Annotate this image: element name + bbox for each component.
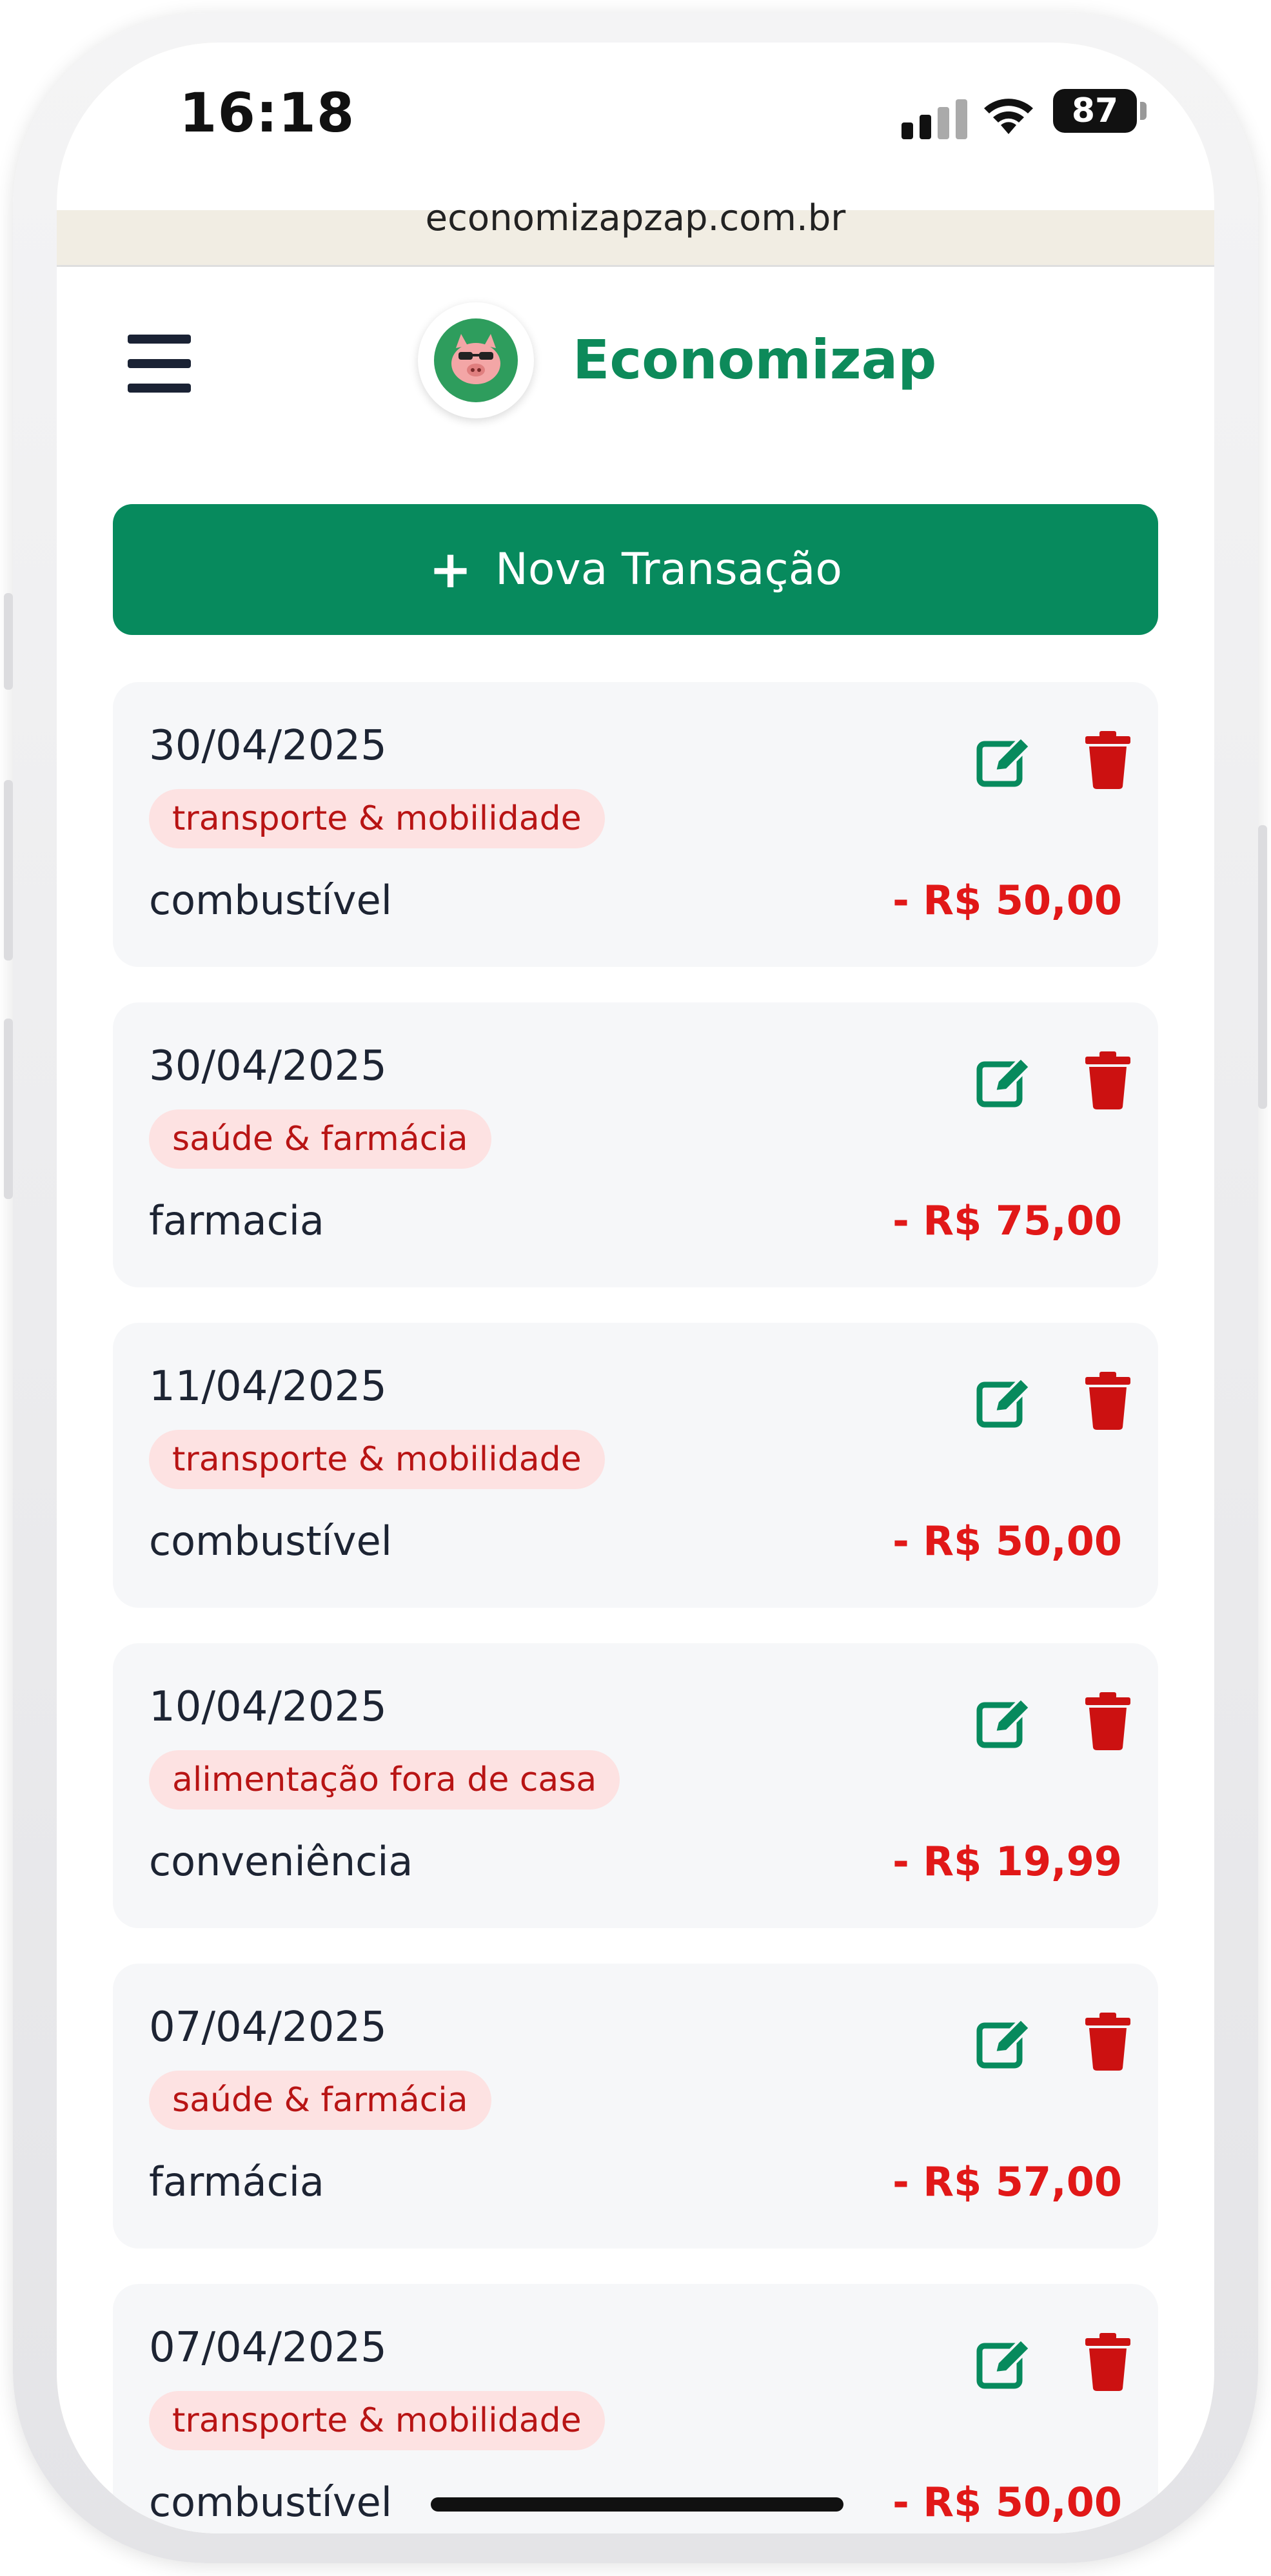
phone-side-button — [1258, 825, 1267, 1109]
trash-icon[interactable] — [1083, 2013, 1133, 2071]
edit-icon[interactable] — [976, 2015, 1032, 2069]
transaction-amount: - R$ 75,00 — [892, 1197, 1122, 1244]
transaction-description: farmacia — [149, 1197, 324, 1244]
transaction-date: 07/04/2025 — [149, 2324, 387, 2372]
app-header: Economizap — [57, 267, 1214, 459]
home-indicator[interactable] — [431, 2497, 843, 2512]
edit-icon[interactable] — [976, 1695, 1032, 1749]
trash-icon[interactable] — [1083, 2333, 1133, 2391]
category-badge: saúde & farmácia — [149, 2071, 491, 2130]
edit-icon[interactable] — [976, 1374, 1032, 1429]
transaction-card: 07/04/2025 saúde & farmácia farmácia - R… — [113, 1964, 1158, 2249]
transaction-card: 10/04/2025 alimentação fora de casa conv… — [113, 1643, 1158, 1928]
transaction-date: 30/04/2025 — [149, 1042, 387, 1090]
transaction-amount: - R$ 50,00 — [892, 2479, 1122, 2526]
battery-indicator: 87 — [1053, 89, 1137, 133]
trash-icon[interactable] — [1083, 1692, 1133, 1750]
transaction-card: 07/04/2025 transporte & mobilidade combu… — [113, 2284, 1158, 2533]
category-badge: transporte & mobilidade — [149, 2391, 605, 2450]
transaction-date: 11/04/2025 — [149, 1363, 387, 1410]
category-badge: transporte & mobilidade — [149, 1430, 605, 1489]
transaction-description: combustível — [149, 877, 392, 924]
trash-icon[interactable] — [1083, 731, 1133, 789]
plus-icon: + — [428, 540, 472, 600]
url-bar[interactable]: economizapzap.com.br — [57, 197, 1214, 239]
category-badge: alimentação fora de casa — [149, 1750, 620, 1810]
transaction-amount: - R$ 57,00 — [892, 2158, 1122, 2205]
transaction-card: 11/04/2025 transporte & mobilidade combu… — [113, 1323, 1158, 1608]
transaction-date: 07/04/2025 — [149, 2004, 387, 2051]
transaction-amount: - R$ 50,00 — [892, 877, 1122, 924]
edit-icon[interactable] — [976, 734, 1032, 788]
pig-logo-icon — [434, 318, 518, 402]
transaction-card: 30/04/2025 transporte & mobilidade combu… — [113, 682, 1158, 967]
phone-side-button — [4, 593, 13, 690]
transaction-amount: - R$ 19,99 — [892, 1838, 1122, 1885]
edit-icon[interactable] — [976, 1054, 1032, 1108]
new-transaction-label: Nova Transação — [495, 544, 843, 595]
app-title: Economizap — [573, 328, 937, 391]
edit-icon[interactable] — [976, 2336, 1032, 2390]
transaction-description: farmácia — [149, 2158, 324, 2205]
trash-icon[interactable] — [1083, 1051, 1133, 1109]
transaction-description: combustível — [149, 1517, 392, 1565]
transaction-description: conveniência — [149, 1838, 413, 1885]
transactions-page: + Nova Transação 30/04/2025 transporte &… — [57, 459, 1214, 2533]
category-badge: transporte & mobilidade — [149, 789, 605, 848]
phone-screen: 16:18 87 economizapzap.com.br Economizap… — [57, 43, 1214, 2533]
battery-tip — [1140, 102, 1147, 120]
wifi-icon — [984, 99, 1033, 134]
transaction-amount: - R$ 50,00 — [892, 1517, 1122, 1565]
app-logo[interactable] — [418, 302, 534, 418]
status-time: 16:18 — [179, 81, 355, 144]
transaction-date: 10/04/2025 — [149, 1683, 387, 1731]
transaction-card: 30/04/2025 saúde & farmácia farmacia - R… — [113, 1002, 1158, 1287]
new-transaction-button[interactable]: + Nova Transação — [113, 504, 1158, 635]
trash-icon[interactable] — [1083, 1372, 1133, 1430]
phone-side-button — [4, 780, 13, 961]
phone-side-button — [4, 1019, 13, 1199]
transaction-date: 30/04/2025 — [149, 722, 387, 770]
transaction-description: combustível — [149, 2479, 392, 2526]
status-bar: 16:18 87 economizapzap.com.br — [57, 43, 1214, 267]
signal-icon — [902, 99, 967, 139]
hamburger-icon[interactable] — [128, 335, 191, 393]
category-badge: saúde & farmácia — [149, 1109, 491, 1169]
